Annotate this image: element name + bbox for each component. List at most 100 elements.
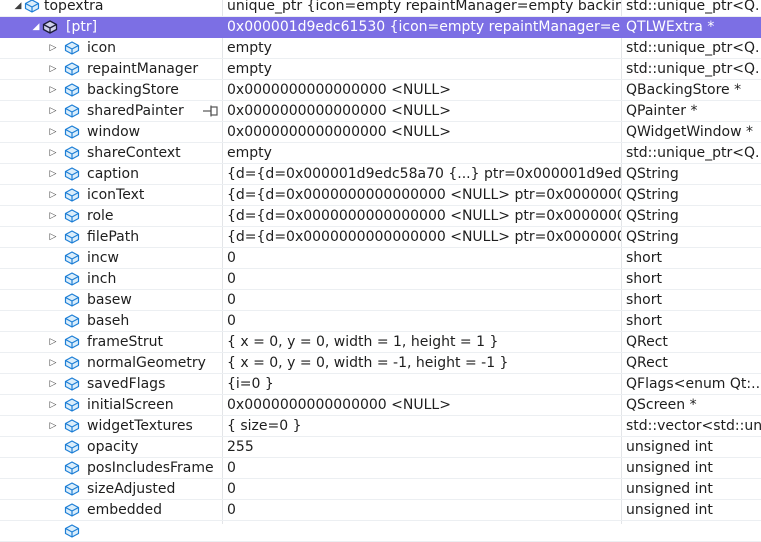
- value-cell[interactable]: unique_ptr {icon=empty repaintManager=em…: [227, 0, 621, 16]
- value-cell[interactable]: [227, 521, 621, 541]
- value-cell[interactable]: 0x0000000000000000 <NULL>: [227, 122, 621, 142]
- watch-row[interactable]: ▷ sharedPainter 0x0000000000000000 <NULL> Q…: [0, 101, 761, 122]
- value-cell[interactable]: 0: [227, 311, 621, 331]
- value-cell[interactable]: 0: [227, 248, 621, 268]
- watch-row[interactable]: sizeAdjusted 0 unsigned int: [0, 479, 761, 500]
- value-cell[interactable]: empty: [227, 143, 621, 163]
- name-cell: ▷ widgetTextures: [0, 416, 222, 436]
- type-cell: std::unique_ptr<Q...: [626, 145, 761, 161]
- variable-name: backingStore: [87, 82, 179, 98]
- value-cell[interactable]: 0x0000000000000000 <NULL>: [227, 101, 621, 121]
- type-cell: short: [626, 250, 662, 266]
- name-cell: ▷ role: [0, 206, 222, 226]
- expand-arrow-icon[interactable]: ▷: [47, 416, 59, 436]
- expand-arrow-icon[interactable]: ▷: [47, 164, 59, 184]
- value-cell[interactable]: 0x0000000000000000 <NULL>: [227, 80, 621, 100]
- type-cell: QString: [626, 208, 679, 224]
- watch-row[interactable]: ▷ shareContext empty std::unique_ptr<Q...: [0, 143, 761, 164]
- expand-arrow-icon[interactable]: ▷: [47, 143, 59, 163]
- name-cell: ▷ shareContext: [0, 143, 222, 163]
- watch-row[interactable]: basew 0 short: [0, 290, 761, 311]
- field-object-icon: [64, 166, 80, 182]
- expand-arrow-icon[interactable]: ▷: [47, 227, 59, 247]
- expand-arrow-icon[interactable]: ▷: [47, 59, 59, 79]
- name-cell: incw: [0, 248, 222, 268]
- type-cell: std::unique_ptr<Q...: [626, 40, 761, 56]
- watch-row[interactable]: ▷ window 0x0000000000000000 <NULL> QWidgetW…: [0, 122, 761, 143]
- field-object-icon: [64, 61, 80, 77]
- value-cell[interactable]: { size=0 }: [227, 416, 621, 436]
- expand-arrow-icon[interactable]: ▷: [47, 206, 59, 226]
- value-cell[interactable]: {d={d=0x000001d9edc58a70 {...} ptr=0x000…: [227, 164, 621, 184]
- watch-row[interactable]: ▷ frameStrut { x = 0, y = 0, width = 1, he…: [0, 332, 761, 353]
- value-cell[interactable]: empty: [227, 59, 621, 79]
- field-object-icon: [64, 313, 80, 329]
- name-cell: ▷ repaintManager: [0, 59, 222, 79]
- type-cell: short: [626, 292, 662, 308]
- watch-row[interactable]: posIncludesFrame 0 unsigned int: [0, 458, 761, 479]
- type-cell: QPainter *: [626, 103, 698, 119]
- value-cell[interactable]: 0: [227, 269, 621, 289]
- variable-name: role: [87, 208, 114, 224]
- watch-row[interactable]: ▷ caption {d={d=0x000001d9edc58a70 {...} p…: [0, 164, 761, 185]
- type-cell: short: [626, 313, 662, 329]
- variable-name: shareContext: [87, 145, 181, 161]
- type-cell: QWidgetWindow *: [626, 124, 753, 140]
- value-cell[interactable]: 0: [227, 458, 621, 478]
- watch-row[interactable]: ▷ filePath {d={d=0x0000000000000000 <NULL>…: [0, 227, 761, 248]
- expand-arrow-icon[interactable]: ▷: [47, 185, 59, 205]
- field-object-icon: [64, 523, 80, 539]
- watch-row[interactable]: inch 0 short: [0, 269, 761, 290]
- field-object-icon: [64, 481, 80, 497]
- watch-row[interactable]: ▷ savedFlags {i=0 } QFlags<enum Qt:...: [0, 374, 761, 395]
- watch-row[interactable]: ▷ iconText {d={d=0x0000000000000000 <NULL>…: [0, 185, 761, 206]
- variable-name: iconText: [87, 187, 145, 203]
- value-cell[interactable]: empty: [227, 38, 621, 58]
- field-object-icon: [64, 187, 80, 203]
- watch-row[interactable]: ▷ normalGeometry { x = 0, y = 0, width = -…: [0, 353, 761, 374]
- collapse-arrow-icon[interactable]: ◢: [12, 0, 24, 16]
- watch-row[interactable]: opacity 255 unsigned int: [0, 437, 761, 458]
- collapse-arrow-icon[interactable]: ◢: [30, 17, 42, 37]
- type-cell: QRect: [626, 355, 668, 371]
- watch-row[interactable]: ▷ role {d={d=0x0000000000000000 <NULL> ptr…: [0, 206, 761, 227]
- expand-arrow-icon[interactable]: ▷: [47, 122, 59, 142]
- watch-row[interactable]: ▷ widgetTextures { size=0 } std::vector<std…: [0, 416, 761, 437]
- value-cell[interactable]: 0: [227, 479, 621, 499]
- type-cell: QBackingStore *: [626, 82, 742, 98]
- value-cell[interactable]: 0: [227, 290, 621, 310]
- expand-arrow-icon[interactable]: ▷: [47, 332, 59, 352]
- expand-arrow-icon[interactable]: ▷: [47, 101, 59, 121]
- field-object-icon: [64, 145, 80, 161]
- value-cell[interactable]: 0: [227, 500, 621, 520]
- watch-row-selected[interactable]: ◢ [ptr] 0x000001d9edc61530 {icon=empty rep…: [0, 17, 761, 38]
- field-object-icon: [64, 82, 80, 98]
- value-cell[interactable]: {d={d=0x0000000000000000 <NULL> ptr=0x00…: [227, 227, 621, 247]
- watch-row[interactable]: [0, 521, 761, 542]
- value-cell[interactable]: { x = 0, y = 0, width = 1, height = 1 }: [227, 332, 621, 352]
- watch-row[interactable]: embedded 0 unsigned int: [0, 500, 761, 521]
- watch-row[interactable]: baseh 0 short: [0, 311, 761, 332]
- expand-arrow-icon[interactable]: ▷: [47, 38, 59, 58]
- expand-arrow-icon[interactable]: ▷: [47, 374, 59, 394]
- expand-arrow-icon[interactable]: ▷: [47, 395, 59, 415]
- watch-row[interactable]: incw 0 short: [0, 248, 761, 269]
- field-object-icon: [24, 0, 40, 14]
- value-cell[interactable]: {d={d=0x0000000000000000 <NULL> ptr=0x00…: [227, 206, 621, 226]
- pin-icon[interactable]: [202, 104, 220, 118]
- type-cell: QScreen *: [626, 397, 697, 413]
- watch-row[interactable]: ▷ initialScreen 0x0000000000000000 <NULL> Q…: [0, 395, 761, 416]
- value-cell[interactable]: {d={d=0x0000000000000000 <NULL> ptr=0x00…: [227, 185, 621, 205]
- value-cell[interactable]: 255: [227, 437, 621, 457]
- watch-row[interactable]: ▷ icon empty std::unique_ptr<Q...: [0, 38, 761, 59]
- type-cell: std::vector<std::un...: [626, 418, 761, 434]
- value-cell[interactable]: 0x000001d9edc61530 {icon=empty repaintMa…: [227, 17, 621, 37]
- watch-row[interactable]: ◢ topextra unique_ptr {icon=empty repaintM…: [0, 0, 761, 17]
- expand-arrow-icon[interactable]: ▷: [47, 353, 59, 373]
- value-cell[interactable]: { x = 0, y = 0, width = -1, height = -1 …: [227, 353, 621, 373]
- value-cell[interactable]: {i=0 }: [227, 374, 621, 394]
- value-cell[interactable]: 0x0000000000000000 <NULL>: [227, 395, 621, 415]
- watch-row[interactable]: ▷ backingStore 0x0000000000000000 <NULL> QB…: [0, 80, 761, 101]
- watch-row[interactable]: ▷ repaintManager empty std::unique_ptr<Q...: [0, 59, 761, 80]
- expand-arrow-icon[interactable]: ▷: [47, 80, 59, 100]
